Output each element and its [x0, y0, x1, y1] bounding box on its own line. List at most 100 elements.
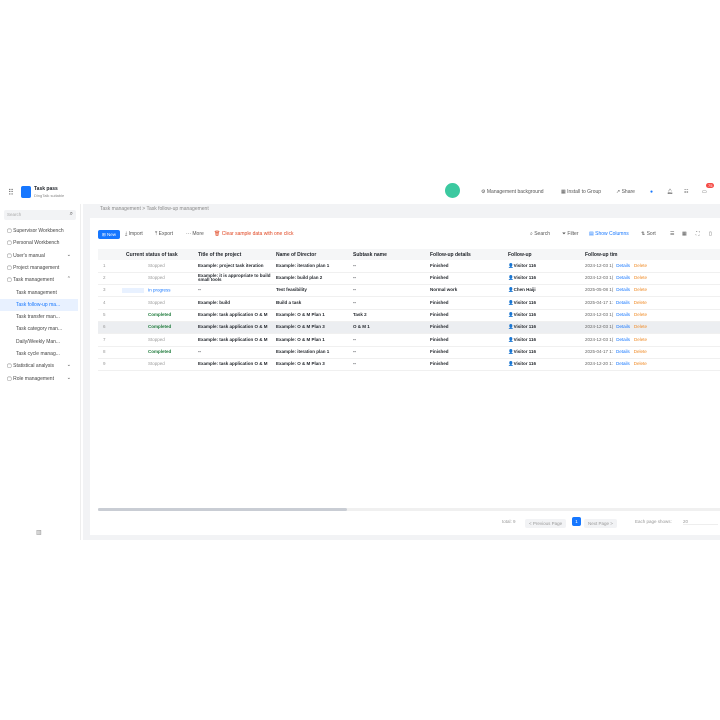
table-row[interactable]: 9 Stopped Example: task application O & ME…	[98, 358, 720, 372]
details-link[interactable]: Details	[616, 349, 630, 354]
help-icon[interactable]: ●	[650, 189, 653, 195]
sidebar-item[interactable]: ▢ Statistical analysis ⌄	[0, 360, 78, 372]
column-header[interactable]: Title of the project	[195, 249, 273, 260]
sidebar-item[interactable]: ▢ Project management	[0, 262, 78, 274]
row-index[interactable]: 5	[98, 309, 120, 322]
person-name: Visitor 116	[513, 262, 537, 268]
column-header[interactable]: Name of Director	[273, 249, 350, 260]
import-button[interactable]: ⤓ Import	[125, 231, 143, 237]
project-title-cell: Example: task application O & M	[195, 358, 273, 372]
sidebar-item[interactable]: ▢ User's manual ⌄	[0, 250, 78, 262]
details-link[interactable]: Details	[616, 312, 630, 317]
clear-sample-data-button[interactable]: 🗑︎ Clear sample data with one click	[214, 231, 293, 237]
column-header[interactable]: Current status of task	[120, 249, 195, 260]
row-index[interactable]: 9	[98, 358, 120, 372]
bell-icon[interactable]: 🔔︎	[667, 189, 673, 195]
row-index[interactable]: 4	[98, 296, 120, 310]
print-icon[interactable]: ▯	[709, 231, 712, 237]
row-index[interactable]: 3	[98, 284, 120, 298]
chevron-icon[interactable]: ⌄	[67, 252, 71, 258]
delete-link[interactable]: Delete	[634, 300, 647, 305]
status-cell: In progress	[120, 284, 195, 298]
details-link[interactable]: Details	[616, 275, 630, 280]
apps-icon[interactable]: ☷	[684, 189, 688, 195]
share-button[interactable]: ↗ Share	[616, 189, 635, 195]
new-button[interactable]: ⊞ New	[98, 230, 120, 239]
sidebar-item-label: Task follow-up ma...	[16, 301, 61, 308]
row-index[interactable]: 2	[98, 272, 120, 286]
delete-link[interactable]: Delete	[634, 349, 647, 354]
sidebar-item[interactable]: ▢ Task management ⌃	[0, 274, 78, 286]
previous-page-button[interactable]: < Previous Page	[525, 519, 567, 528]
chevron-icon[interactable]: ⌃	[67, 276, 71, 282]
chevron-icon[interactable]: ⌄	[67, 362, 71, 368]
sidebar-item[interactable]: Daily/Weekly Man...	[0, 336, 78, 348]
density-icon[interactable]: ▦	[682, 231, 687, 237]
label: Import	[128, 231, 143, 237]
subtask-cell: --	[350, 272, 427, 286]
delete-link[interactable]: Delete	[634, 263, 647, 268]
column-header[interactable]: Follow-up details	[427, 249, 505, 260]
table-row[interactable]: 8 Completed -- Example: iteration plan 1 -- F…	[98, 346, 720, 359]
horizontal-scrollbar[interactable]	[98, 508, 720, 511]
row-index[interactable]: 1	[98, 260, 120, 273]
chevron-icon[interactable]: ⌄	[67, 375, 71, 381]
delete-link[interactable]: Delete	[634, 312, 647, 317]
message-icon[interactable]: ▭	[702, 189, 707, 195]
sidebar-item[interactable]: Task cycle manag...	[0, 348, 78, 360]
delete-link[interactable]: Delete	[634, 337, 647, 342]
details-link[interactable]: Details	[616, 337, 630, 342]
search-button[interactable]: ⌕ Search	[530, 231, 550, 237]
column-header[interactable]: Subtask name	[350, 249, 427, 260]
sidebar-item[interactable]: Task follow-up ma...	[0, 298, 78, 311]
sidebar-item[interactable]: Task transfer man...	[0, 311, 78, 323]
next-page-button[interactable]: Next Page >	[584, 519, 617, 528]
details-link[interactable]: Details	[616, 263, 630, 268]
details-link[interactable]: Details	[616, 287, 630, 293]
export-button[interactable]: ⤒ Export	[155, 231, 173, 237]
delete-link[interactable]: Delete	[634, 324, 647, 330]
delete-link[interactable]: Delete	[634, 275, 647, 280]
table-row[interactable]: 6 Completed Example: task application O & …	[98, 321, 720, 335]
sidebar-item[interactable]: Task management	[0, 287, 78, 299]
sidebar-item[interactable]: Task category man...	[0, 323, 78, 335]
collapse-sidebar-icon[interactable]: ▥	[36, 529, 42, 536]
table-row[interactable]: 4 Stopped Example: build Build a task -- Fini…	[98, 296, 720, 310]
sort-button[interactable]: ⇅ Sort	[641, 231, 656, 237]
app-grid-icon[interactable]: ⠿	[8, 188, 14, 197]
delete-link[interactable]: Delete	[634, 361, 647, 367]
management-background-button[interactable]: ⚙ Management background	[481, 189, 544, 195]
select-all-checkbox[interactable]	[98, 249, 120, 260]
sidebar-item[interactable]: ▢ Role management ⌄	[0, 373, 78, 385]
column-header[interactable]: Follow-up	[505, 249, 582, 260]
table-row[interactable]: 2 Stopped Example: it is appropriate to bu…	[98, 272, 720, 286]
page-size-select[interactable]: 20	[683, 519, 718, 525]
current-page-button[interactable]: 1	[572, 517, 581, 526]
column-header[interactable]: Follow-up tim	[582, 249, 720, 260]
more-button[interactable]: ··· More	[186, 231, 204, 237]
sidebar-item-label: Task management	[16, 289, 57, 296]
table-row[interactable]: 7 Stopped Example: task application O & ME…	[98, 333, 720, 347]
scrollbar-thumb[interactable]	[98, 508, 347, 511]
table-row[interactable]: 1 Stopped Example: project task iteration E…	[98, 260, 720, 273]
fullscreen-icon[interactable]: ⛶	[696, 231, 700, 237]
filter-button[interactable]: ⏷ Filter	[562, 231, 579, 237]
sidebar-search-input[interactable]: Search ⌕	[4, 210, 76, 220]
details-link[interactable]: Details	[616, 300, 630, 305]
row-height-icon[interactable]: ☰	[670, 231, 674, 237]
install-to-group-button[interactable]: ▦ Install to Group	[561, 189, 601, 195]
details-link[interactable]: Details	[616, 324, 630, 330]
show-columns-button[interactable]: ▤ Show Columns	[589, 231, 629, 237]
sidebar-item[interactable]: ▢ Personal Workbench	[0, 237, 78, 249]
row-index[interactable]: 8	[98, 346, 120, 359]
user-avatar[interactable]	[445, 183, 460, 198]
subtask-cell: --	[350, 346, 427, 359]
table-row[interactable]: 5 Completed Example: task application O & …	[98, 309, 720, 322]
breadcrumb-item[interactable]: Task management	[100, 206, 141, 212]
details-link[interactable]: Details	[616, 361, 630, 367]
sidebar-item[interactable]: ▢ Supervisor Workbench	[0, 225, 78, 237]
table-row[interactable]: 3 In progress -- Test feasibility -- Normal w…	[98, 284, 720, 298]
row-index[interactable]: 7	[98, 333, 120, 347]
delete-link[interactable]: Delete	[634, 287, 647, 293]
row-index[interactable]: 6	[98, 321, 120, 335]
